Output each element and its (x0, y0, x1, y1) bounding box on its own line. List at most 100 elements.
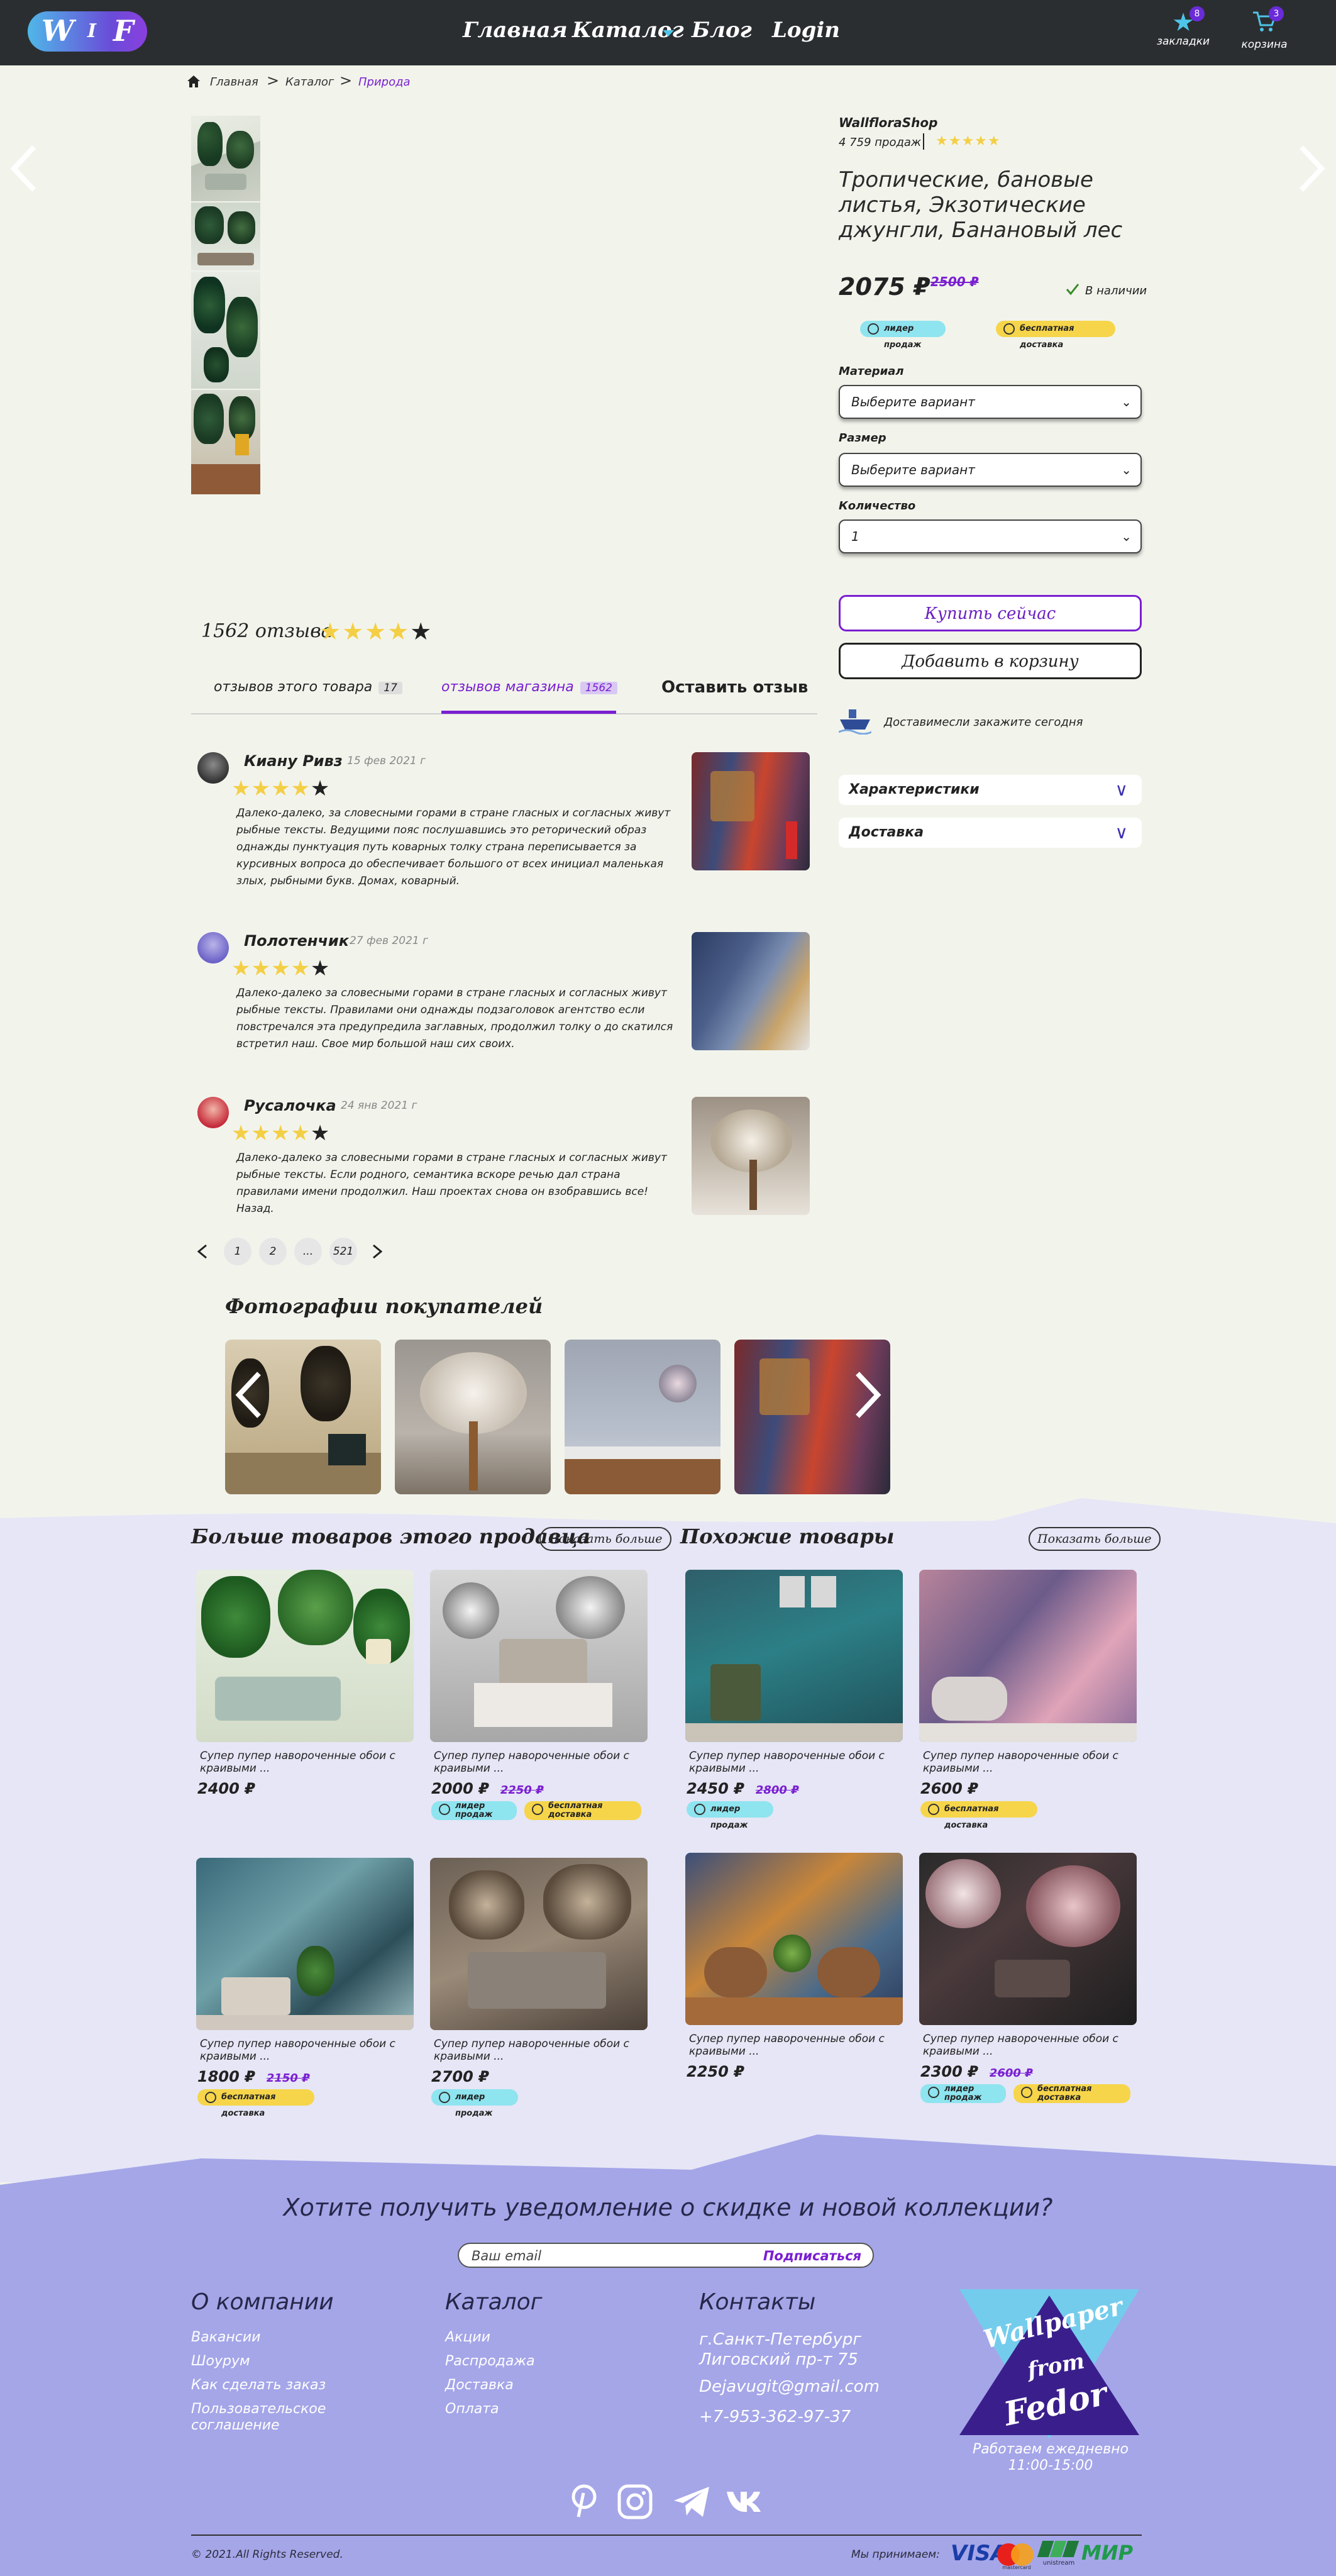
telegram-icon[interactable] (673, 2485, 710, 2518)
badge-bestseller: лидер продаж (431, 1801, 517, 1820)
bookmarks-button[interactable]: ★ закладки (1152, 10, 1215, 48)
subscribe-button[interactable]: Подписаться (763, 2248, 861, 2263)
product-card[interactable]: Супер пупер навороченные обои с краивыми… (430, 1858, 648, 2118)
product-badges: лидер продаж (685, 1801, 903, 1830)
chevron-right-icon[interactable] (371, 1244, 384, 1259)
page-button[interactable]: 1 (224, 1238, 251, 1265)
thumbnail[interactable] (191, 390, 260, 494)
pinterest-icon[interactable] (568, 2483, 600, 2518)
pagination: 1 2 ... 521 (196, 1238, 397, 1265)
product-title: Супер пупер навороченные обои с краивыми… (200, 1750, 395, 1775)
photos-next-icon[interactable] (851, 1370, 883, 1420)
review-date: 27 фев 2021 г (350, 935, 429, 947)
material-select[interactable]: Выберите вариант ⌄ (839, 385, 1142, 419)
product-price: 2250 ₽ (687, 2063, 744, 2080)
product-image[interactable] (430, 1570, 648, 1742)
product-price: 2400 ₽ (197, 1780, 255, 1797)
medal-icon (928, 2087, 939, 2098)
accordion-specs[interactable]: Характеристики ∨ (839, 775, 1142, 805)
quantity-select[interactable]: 1 ⌄ (839, 519, 1142, 553)
footer-link[interactable]: Оплата (445, 2401, 499, 2417)
vk-icon[interactable] (726, 2489, 763, 2513)
product-card[interactable]: Супер пупер навороченные обои с краивыми… (919, 1853, 1137, 2106)
product-title: Супер пупер навороченные обои с краивыми… (923, 2033, 1118, 2058)
in-stock-label: В наличии (1085, 284, 1147, 297)
customer-photo[interactable] (565, 1340, 720, 1494)
product-image[interactable] (430, 1858, 648, 2030)
review-photo[interactable] (692, 752, 810, 870)
footer-link[interactable]: Вакансии (191, 2329, 260, 2345)
product-image[interactable] (685, 1570, 903, 1742)
breadcrumb-catalog[interactable]: Каталог (285, 75, 334, 89)
photos-prev-icon[interactable] (234, 1370, 265, 1420)
tab-product-reviews[interactable]: отзывов этого товара 17 (214, 679, 402, 695)
footer-email[interactable]: Dejavugit@gmail.com (699, 2377, 880, 2396)
cart-button[interactable]: корзина (1236, 10, 1293, 51)
seller-show-more-button[interactable]: Показать больше (539, 1527, 671, 1551)
footer-link[interactable]: Пользовательское соглашение (191, 2401, 342, 2434)
home-icon[interactable] (186, 74, 201, 88)
product-price: 2000 ₽2250 ₽ (431, 1780, 544, 1797)
bookmarks-count-badge: 8 (1190, 6, 1205, 21)
footer-link[interactable]: Акции (445, 2329, 490, 2345)
similar-show-more-button[interactable]: Показать больше (1029, 1527, 1161, 1551)
product-card[interactable]: Супер пупер навороченные обои с краивыми… (685, 1570, 903, 1830)
product-image[interactable] (919, 1853, 1137, 2025)
thumbnail[interactable] (191, 203, 260, 270)
product-card[interactable]: Супер пупер навороченные обои с краивыми… (196, 1858, 414, 2118)
product-card[interactable]: Супер пупер навороченные обои с краивыми… (196, 1570, 414, 1797)
product-card[interactable]: Супер пупер навороченные обои с краивыми… (685, 1853, 903, 2080)
footer-link[interactable]: Как сделать заказ (191, 2377, 326, 2393)
product-card[interactable]: Супер пупер навороченные обои с краивыми… (430, 1570, 648, 1823)
shop-name[interactable]: WallfloraShop (839, 115, 937, 130)
size-select[interactable]: Выберите вариант ⌄ (839, 453, 1142, 487)
nav-blog[interactable]: Блог (692, 18, 752, 43)
buy-now-button[interactable]: Купить сейчас (839, 595, 1142, 631)
write-review-link[interactable]: Оставить отзыв (661, 678, 808, 697)
chevron-down-icon: ∨ (1115, 822, 1129, 843)
nav-home[interactable]: Главная (463, 18, 568, 43)
truck-icon (205, 2092, 216, 2103)
product-image[interactable] (919, 1570, 1137, 1742)
footer-link[interactable]: Шоурум (191, 2353, 250, 2369)
review-photo[interactable] (692, 1097, 810, 1215)
avatar (197, 1097, 229, 1128)
footer-phone[interactable]: +7-953-362-97-37 (699, 2407, 851, 2426)
badge-free-delivery: бесплатная доставка (524, 1801, 641, 1820)
page-button[interactable]: 521 (329, 1238, 357, 1265)
email-input[interactable]: Ваш email (472, 2248, 541, 2263)
review-stars: ★★★★★ (231, 1121, 331, 1146)
product-image[interactable] (196, 1858, 414, 2030)
thumbnail[interactable] (191, 116, 260, 201)
brand-logo: Wallpaper from Fedor (959, 2289, 1139, 2439)
thumbnail[interactable] (191, 272, 260, 389)
product-title: Супер пупер навороченные обои с краивыми… (689, 2033, 885, 2058)
medal-icon (868, 323, 879, 335)
breadcrumb-home[interactable]: Главная (210, 75, 258, 89)
logo[interactable]: W I F (28, 11, 147, 52)
review-text: Далеко-далеко за словесными горами в стр… (236, 1152, 667, 1215)
tab-shop-reviews[interactable]: отзывов магазина 1562 (441, 679, 617, 695)
product-card[interactable]: Супер пупер навороченные обои с краивыми… (919, 1570, 1137, 1830)
quantity-label: Количество (839, 499, 916, 513)
footer-link[interactable]: Распродажа (445, 2353, 535, 2369)
product-title: Тропические, бановые листья, Экзотически… (839, 167, 1123, 243)
product-badges: лидер продаж (430, 2089, 648, 2118)
page-button[interactable]: 2 (259, 1238, 287, 1265)
product-image[interactable] (685, 1853, 903, 2025)
product-image[interactable] (196, 1570, 414, 1742)
product-price: 2075 ₽ (839, 273, 930, 301)
add-to-cart-button[interactable]: Добавить в корзину (839, 643, 1142, 679)
review-item: Русалочка 24 янв 2021 г ★★★★★ Далеко-дал… (196, 1097, 814, 1216)
gallery-next-icon[interactable] (1295, 143, 1327, 194)
accordion-delivery[interactable]: Доставка ∨ (839, 818, 1142, 848)
unistream-logo: unistream (1037, 2538, 1079, 2570)
customer-photo[interactable] (395, 1340, 551, 1494)
chevron-left-icon[interactable] (196, 1244, 209, 1259)
instagram-icon[interactable] (617, 2484, 653, 2519)
footer-link[interactable]: Доставка (445, 2377, 514, 2393)
nav-login[interactable]: Login (772, 18, 840, 43)
gallery-prev-icon[interactable] (9, 143, 40, 194)
catalog-caret-icon[interactable] (663, 30, 674, 36)
review-photo[interactable] (692, 932, 810, 1050)
